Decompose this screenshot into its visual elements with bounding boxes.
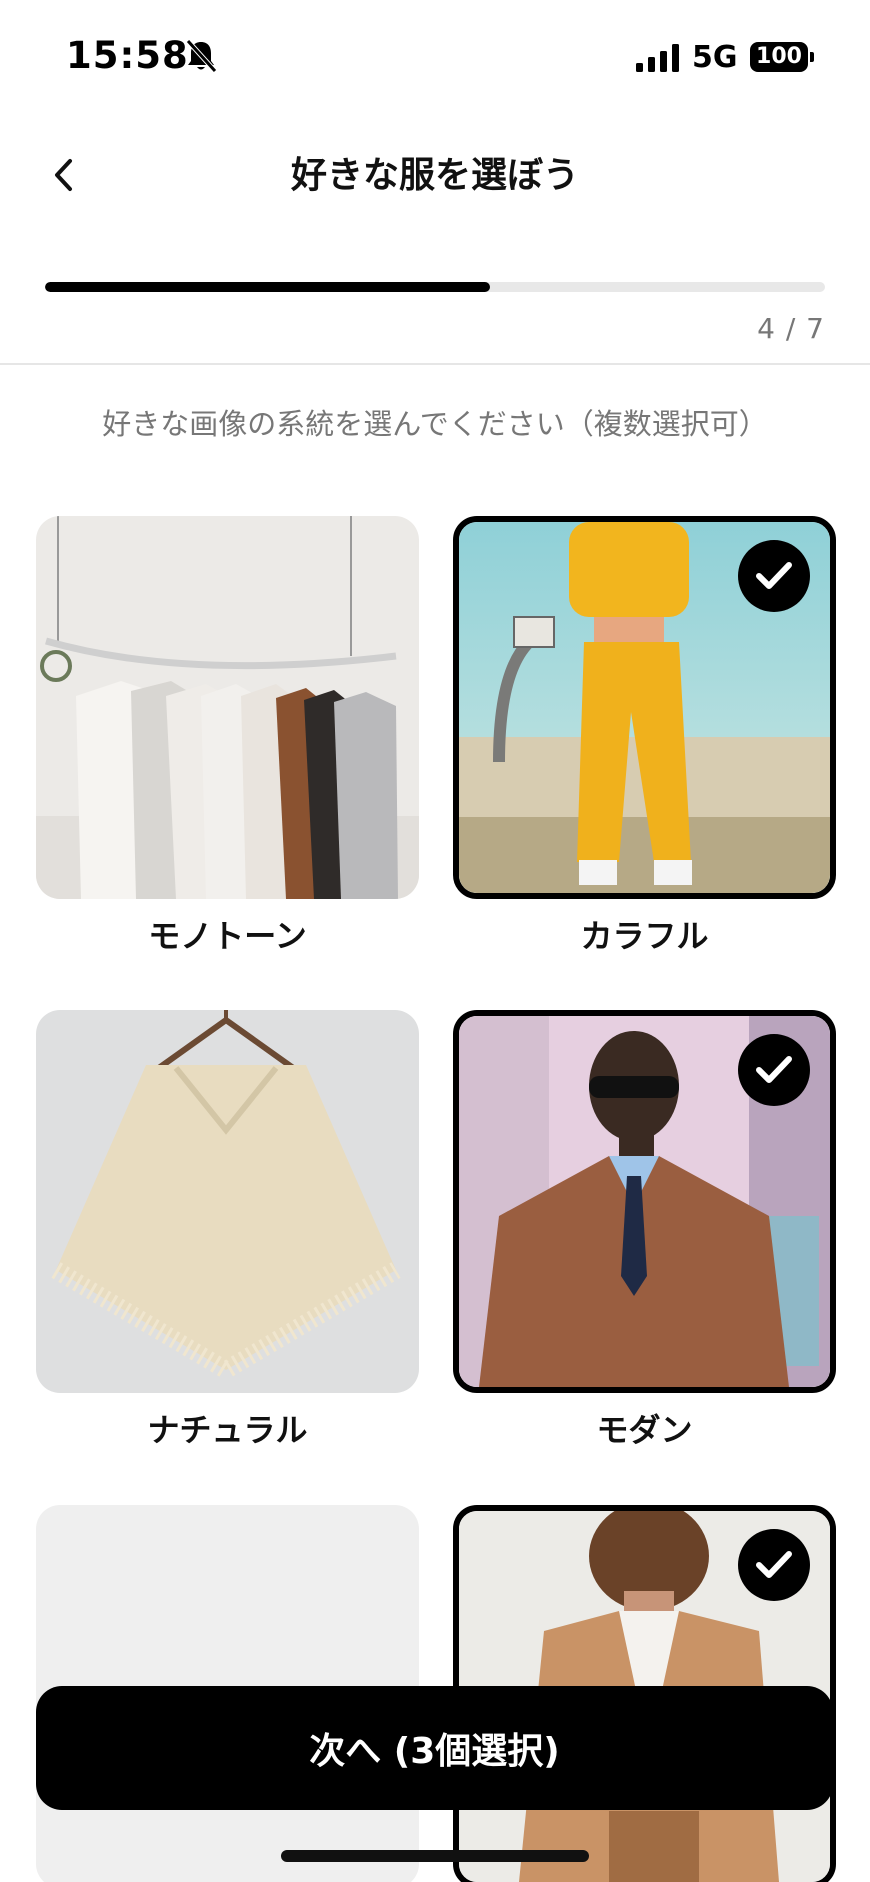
instruction-text: 好きな画像の系統を選んでください（複数選択可） [102,407,768,441]
style-label-monotone: モノトーン [148,917,307,955]
chevron-left-icon [55,159,72,191]
style-label-natural: ナチュラル [147,1411,308,1449]
home-indicator [281,1850,589,1862]
next-button[interactable]: 次へ (3個選択) [36,1686,833,1810]
checkmark-icon [756,1551,792,1578]
battery-level: 100 [756,44,802,69]
style-label-modern: モダン [596,1411,693,1449]
photo-natural [36,1010,419,1393]
style-label-colorful: カラフル [580,917,709,955]
bell-slash-icon [186,39,217,73]
divider [0,363,870,365]
network-type: 5G [692,40,738,75]
status-time: 15:58 [66,34,189,77]
progress-label: 4 / 7 [757,312,825,345]
style-card-natural[interactable] [36,1010,419,1393]
check-badge-card-6 [738,1529,810,1601]
page-title: 好きな服を選ぼう [290,155,579,196]
style-card-modern[interactable] [453,1010,836,1393]
battery-tip [810,52,814,62]
checkmark-icon [756,1056,792,1083]
cellular-signal-icon [636,44,679,72]
photo-monotone [36,516,419,899]
progress-bar [45,282,825,292]
style-card-colorful[interactable] [453,516,836,899]
check-badge-modern [738,1034,810,1106]
style-card-monotone[interactable] [36,516,419,899]
back-button[interactable] [44,150,84,200]
checkmark-icon [756,562,792,589]
battery-icon: 100 [750,42,808,72]
status-bar: 15:58 5G 100 [0,0,870,110]
progress-fill [45,282,490,292]
check-badge-colorful [738,540,810,612]
